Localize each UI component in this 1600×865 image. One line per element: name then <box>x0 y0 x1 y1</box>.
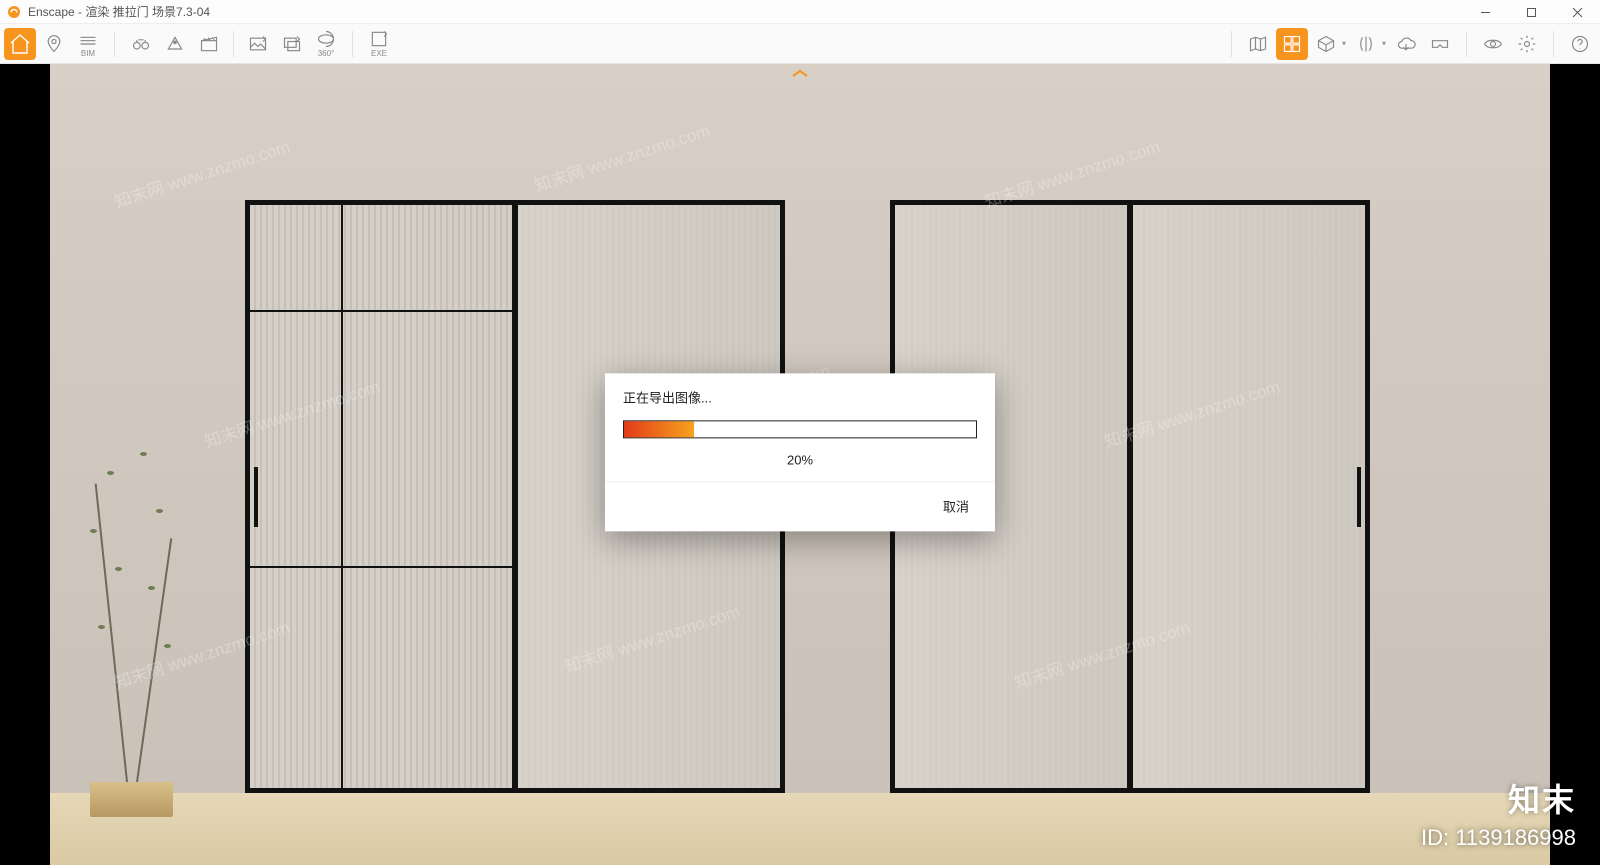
toolbar-separator <box>1553 31 1554 57</box>
toolbar-separator <box>1231 31 1232 57</box>
asset-library-icon[interactable] <box>1276 28 1308 60</box>
toolbar-group-export: 360° EXE <box>242 28 395 60</box>
export-exe-icon[interactable]: EXE <box>363 28 395 60</box>
bim-icon[interactable]: BIM <box>72 28 104 60</box>
watermark-text: 知末网 www.znzmo.com <box>530 116 712 196</box>
export-batch-icon[interactable] <box>276 28 308 60</box>
visibility-icon[interactable] <box>1477 28 1509 60</box>
cancel-button[interactable]: 取消 <box>935 492 977 519</box>
toolbar: BIM 360° EXE ▾ ▾ <box>0 24 1600 64</box>
export-360-icon[interactable]: 360° <box>310 28 342 60</box>
toolbar-separator <box>233 31 234 57</box>
cloud-share-icon[interactable] <box>1390 28 1422 60</box>
toolbar-group-nav: BIM <box>4 28 225 60</box>
cube-icon[interactable] <box>1310 28 1342 60</box>
window-minimize-button[interactable] <box>1462 0 1508 24</box>
dropdown-caret-icon[interactable]: ▾ <box>1382 39 1386 48</box>
scene-floor <box>50 793 1551 865</box>
toolbar-separator <box>1466 31 1467 57</box>
toolbar-separator <box>114 31 115 57</box>
viewport-pulldown-handle[interactable] <box>783 64 817 84</box>
mirror-columns-icon[interactable] <box>1350 28 1382 60</box>
render-viewport[interactable]: 知末网 www.znzmo.com 知末网 www.znzmo.com 知末网 … <box>0 64 1600 865</box>
progress-bar-fill <box>624 421 694 437</box>
site-id-watermark: ID: 1139186998 <box>1421 825 1576 851</box>
view-cone-icon[interactable] <box>159 28 191 60</box>
toolbar-group-right: ▾ ▾ <box>1223 28 1596 60</box>
gear-icon[interactable] <box>1511 28 1543 60</box>
location-pin-icon[interactable] <box>38 28 70 60</box>
clapper-icon[interactable] <box>193 28 225 60</box>
titlebar: Enscape - 渲染 推拉门 场景7.3-04 <box>0 0 1600 24</box>
site-brand-watermark: 知末 <box>1508 775 1576 821</box>
scene-plant <box>57 432 222 816</box>
app-logo-icon <box>6 4 22 20</box>
dropdown-caret-icon[interactable]: ▾ <box>1342 39 1346 48</box>
toolbar-separator <box>352 31 353 57</box>
home-icon[interactable] <box>4 28 36 60</box>
export-progress-dialog: 正在导出图像... 20% 取消 <box>605 373 995 531</box>
binoculars-icon[interactable] <box>125 28 157 60</box>
vr-headset-icon[interactable] <box>1424 28 1456 60</box>
help-icon[interactable] <box>1564 28 1596 60</box>
map-icon[interactable] <box>1242 28 1274 60</box>
window-title: Enscape - 渲染 推拉门 场景7.3-04 <box>28 3 210 20</box>
dialog-title: 正在导出图像... <box>605 373 995 416</box>
export-image-icon[interactable] <box>242 28 274 60</box>
window-close-button[interactable] <box>1554 0 1600 24</box>
progress-percent: 20% <box>605 446 995 481</box>
progress-bar <box>623 420 977 438</box>
window-maximize-button[interactable] <box>1508 0 1554 24</box>
